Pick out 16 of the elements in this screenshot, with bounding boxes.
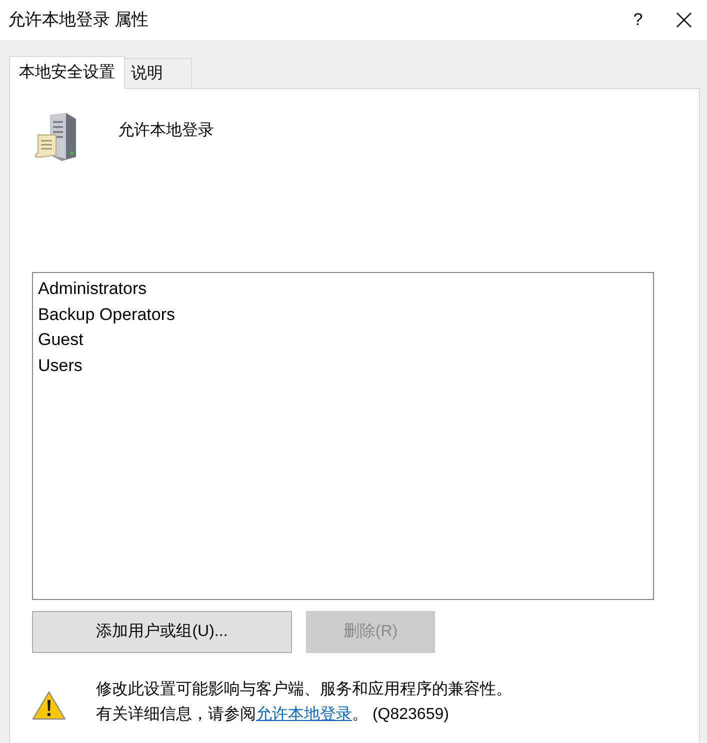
list-item[interactable]: Guest [38, 327, 84, 352]
list-item[interactable]: Backup Operators [38, 302, 176, 327]
warning-text: 修改此设置可能影响与客户端、服务和应用程序的兼容性。 [96, 680, 512, 700]
warning-icon [32, 691, 66, 721]
policy-link[interactable]: 允许本地登录 [256, 706, 352, 723]
list-item[interactable]: Users [38, 352, 82, 378]
policy-name: 允许本地登录 [118, 120, 214, 141]
tab[interactable]: 说明 [125, 58, 192, 88]
add-button[interactable]: 添加用户或组(U)... [32, 611, 292, 653]
tab[interactable]: 本地安全设置 [9, 56, 125, 89]
list-item[interactable]: Administrators [38, 276, 147, 302]
help-button[interactable]: ? [615, 0, 661, 40]
window-title: 允许本地登录 属性 [8, 9, 150, 32]
info-text: 有关详细信息，请参阅允许本地登录。 (Q823659) [96, 704, 450, 725]
close-icon [676, 12, 692, 28]
member-list[interactable]: Administrators Backup Operators Guest Users [32, 272, 654, 600]
